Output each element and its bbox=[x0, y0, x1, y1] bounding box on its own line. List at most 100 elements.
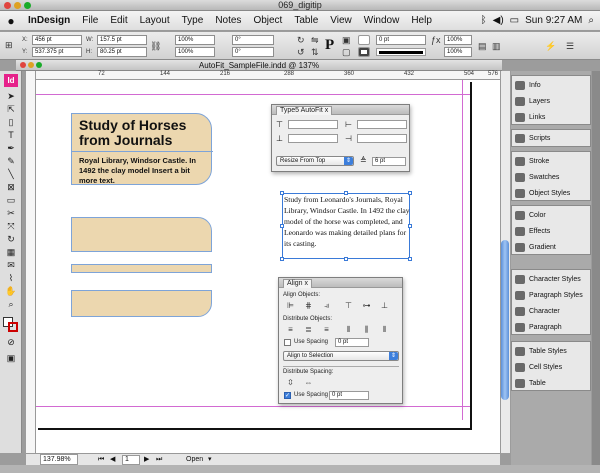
selection-tool-icon[interactable]: ➤ bbox=[4, 91, 18, 102]
dock-item-layers[interactable]: Layers bbox=[512, 94, 590, 109]
placeholder-frame[interactable] bbox=[71, 217, 212, 252]
height-field[interactable]: 80.25 pt bbox=[97, 47, 147, 57]
battery-icon[interactable]: ▭ bbox=[510, 15, 519, 26]
zoom-field[interactable]: 137.98% bbox=[40, 454, 78, 465]
scale-x-field[interactable]: 100% bbox=[175, 35, 215, 45]
menu-object[interactable]: Object bbox=[247, 11, 288, 31]
distribute-icon[interactable]: ⫼ bbox=[361, 325, 372, 335]
menu-notes[interactable]: Notes bbox=[209, 11, 247, 31]
placeholder-frame[interactable] bbox=[71, 290, 212, 317]
eyedropper-tool-icon[interactable]: ⌇ bbox=[4, 273, 18, 284]
zoom-tool-icon[interactable]: ⌕ bbox=[4, 299, 18, 310]
minimize-window-button[interactable] bbox=[14, 2, 21, 9]
dock-item-scripts[interactable]: Scripts bbox=[512, 131, 590, 146]
dock-item-effects[interactable]: Effects bbox=[512, 224, 590, 239]
stroke-weight-field[interactable]: 0 pt bbox=[376, 35, 426, 45]
rectangle-frame-tool-icon[interactable]: ⊠ bbox=[4, 182, 18, 193]
resize-handle[interactable] bbox=[344, 257, 348, 261]
constrain-proportions-icon[interactable]: ⛓ bbox=[150, 41, 161, 51]
align-right-icon[interactable]: ⫣ bbox=[321, 301, 332, 311]
distribute-bottom-icon[interactable]: ≡ bbox=[321, 325, 332, 335]
resize-handle[interactable] bbox=[408, 257, 412, 261]
menu-edit[interactable]: Edit bbox=[104, 11, 133, 31]
apply-none-icon[interactable]: ⊘ bbox=[4, 337, 18, 348]
menu-help[interactable]: Help bbox=[405, 11, 438, 31]
menu-clock[interactable]: Sun 9:27 AM bbox=[525, 15, 582, 26]
pen-tool-icon[interactable]: ✒ bbox=[4, 143, 18, 154]
menu-view[interactable]: View bbox=[324, 11, 358, 31]
resize-handle[interactable] bbox=[280, 257, 284, 261]
distribute-spacing-field[interactable]: 0 pt bbox=[335, 338, 369, 347]
resize-handle[interactable] bbox=[280, 224, 284, 228]
scissors-tool-icon[interactable]: ✂ bbox=[4, 208, 18, 219]
zoom-window-button[interactable] bbox=[24, 2, 31, 9]
rotate-field[interactable]: 0° bbox=[232, 35, 274, 45]
align-top-icon[interactable]: ⊤ bbox=[343, 301, 354, 311]
y-field[interactable]: 537.375 pt bbox=[32, 47, 82, 57]
volume-icon[interactable]: ◀) bbox=[493, 15, 504, 26]
resize-handle[interactable] bbox=[408, 191, 412, 195]
dock-item-cell-styles[interactable]: Cell Styles bbox=[512, 360, 590, 375]
gradient-tool-icon[interactable]: ▦ bbox=[4, 247, 18, 258]
quick-apply-icon[interactable]: ⚡ bbox=[545, 41, 556, 51]
placeholder-frame[interactable] bbox=[71, 264, 212, 273]
rotate-ccw-icon[interactable]: ↺ bbox=[297, 47, 305, 57]
hand-tool-icon[interactable]: ✋ bbox=[4, 286, 18, 297]
line-tool-icon[interactable]: ╲ bbox=[4, 169, 18, 180]
tint-field[interactable]: 100% bbox=[444, 47, 472, 57]
text-wrap-icon[interactable]: ▤ bbox=[478, 41, 487, 51]
select-container-icon[interactable]: ▣ bbox=[342, 35, 351, 45]
selected-text-frame[interactable]: Study from Leonardo's Journals, Royal Li… bbox=[280, 191, 412, 261]
resize-handle[interactable] bbox=[280, 191, 284, 195]
menu-layout[interactable]: Layout bbox=[134, 11, 176, 31]
scale-y-field[interactable]: 100% bbox=[175, 47, 215, 57]
align-center-v-icon[interactable]: ⊶ bbox=[361, 301, 372, 311]
resize-handle[interactable] bbox=[344, 191, 348, 195]
document-zoom-icon[interactable] bbox=[36, 62, 42, 68]
dock-item-links[interactable]: Links bbox=[512, 110, 590, 125]
rotate-cw-icon[interactable]: ↻ bbox=[297, 35, 305, 45]
free-transform-tool-icon[interactable]: ⤧ bbox=[4, 221, 18, 232]
scroll-thumb[interactable] bbox=[501, 240, 509, 400]
close-window-button[interactable] bbox=[4, 2, 11, 9]
space-horizontal-icon[interactable]: ⇔ bbox=[303, 378, 314, 388]
select-content-icon[interactable]: ▢ bbox=[342, 47, 351, 57]
close-icon[interactable]: x bbox=[325, 107, 329, 114]
normal-view-icon[interactable]: ▣ bbox=[4, 353, 18, 364]
document-tab[interactable]: AutoFit_SampleFile.indd @ 137% bbox=[16, 60, 502, 71]
width-field[interactable]: 157.5 pt bbox=[97, 35, 147, 45]
align-left-icon[interactable]: ⊫ bbox=[285, 301, 296, 311]
stroke-swatch[interactable] bbox=[358, 47, 370, 57]
rectangle-tool-icon[interactable]: ▭ bbox=[4, 195, 18, 206]
pencil-tool-icon[interactable]: ✎ bbox=[4, 156, 18, 167]
document-canvas[interactable]: Study of Horses from Journals Royal Libr… bbox=[36, 80, 500, 453]
use-spacing-checkbox[interactable] bbox=[284, 339, 291, 346]
menu-window[interactable]: Window bbox=[358, 11, 406, 31]
autofit-top-field[interactable] bbox=[288, 120, 338, 129]
dock-item-swatches[interactable]: Swatches bbox=[512, 170, 590, 185]
shear-field[interactable]: 0° bbox=[232, 47, 274, 57]
page-tool-icon[interactable]: ▯ bbox=[4, 117, 18, 128]
align-bottom-icon[interactable]: ⊥ bbox=[379, 301, 390, 311]
dock-item-table[interactable]: Table bbox=[512, 376, 590, 391]
opacity-field[interactable]: 100% bbox=[444, 35, 472, 45]
reference-point-icon[interactable]: ⊞ bbox=[5, 40, 13, 50]
dock-item-paragraph[interactable]: Paragraph bbox=[512, 320, 590, 335]
stroke-type-dropdown[interactable] bbox=[376, 48, 426, 56]
text-wrap-alt-icon[interactable]: ▥ bbox=[492, 41, 501, 51]
autofit-right-field[interactable] bbox=[357, 134, 407, 143]
bluetooth-icon[interactable]: ᛒ bbox=[481, 15, 487, 26]
menu-app-name[interactable]: InDesign bbox=[22, 11, 76, 31]
menu-type[interactable]: Type bbox=[176, 11, 210, 31]
rotate-tool-icon[interactable]: ↻ bbox=[4, 234, 18, 245]
distribute-top-icon[interactable]: ≡ bbox=[285, 325, 296, 335]
flip-horizontal-icon[interactable]: ⇋ bbox=[311, 35, 319, 45]
distribute-right-icon[interactable]: ⦀ bbox=[379, 325, 390, 335]
autofit-bottom-field[interactable] bbox=[288, 134, 338, 143]
autofit-spacing-field[interactable]: 6 pt bbox=[372, 157, 406, 166]
distribute-center-v-icon[interactable]: ≣ bbox=[303, 325, 314, 335]
dock-item-gradient[interactable]: Gradient bbox=[512, 240, 590, 255]
flip-vertical-icon[interactable]: ⇅ bbox=[311, 47, 319, 57]
dock-item-character-styles[interactable]: Character Styles bbox=[512, 272, 590, 287]
apple-icon[interactable]: ● bbox=[0, 14, 22, 28]
